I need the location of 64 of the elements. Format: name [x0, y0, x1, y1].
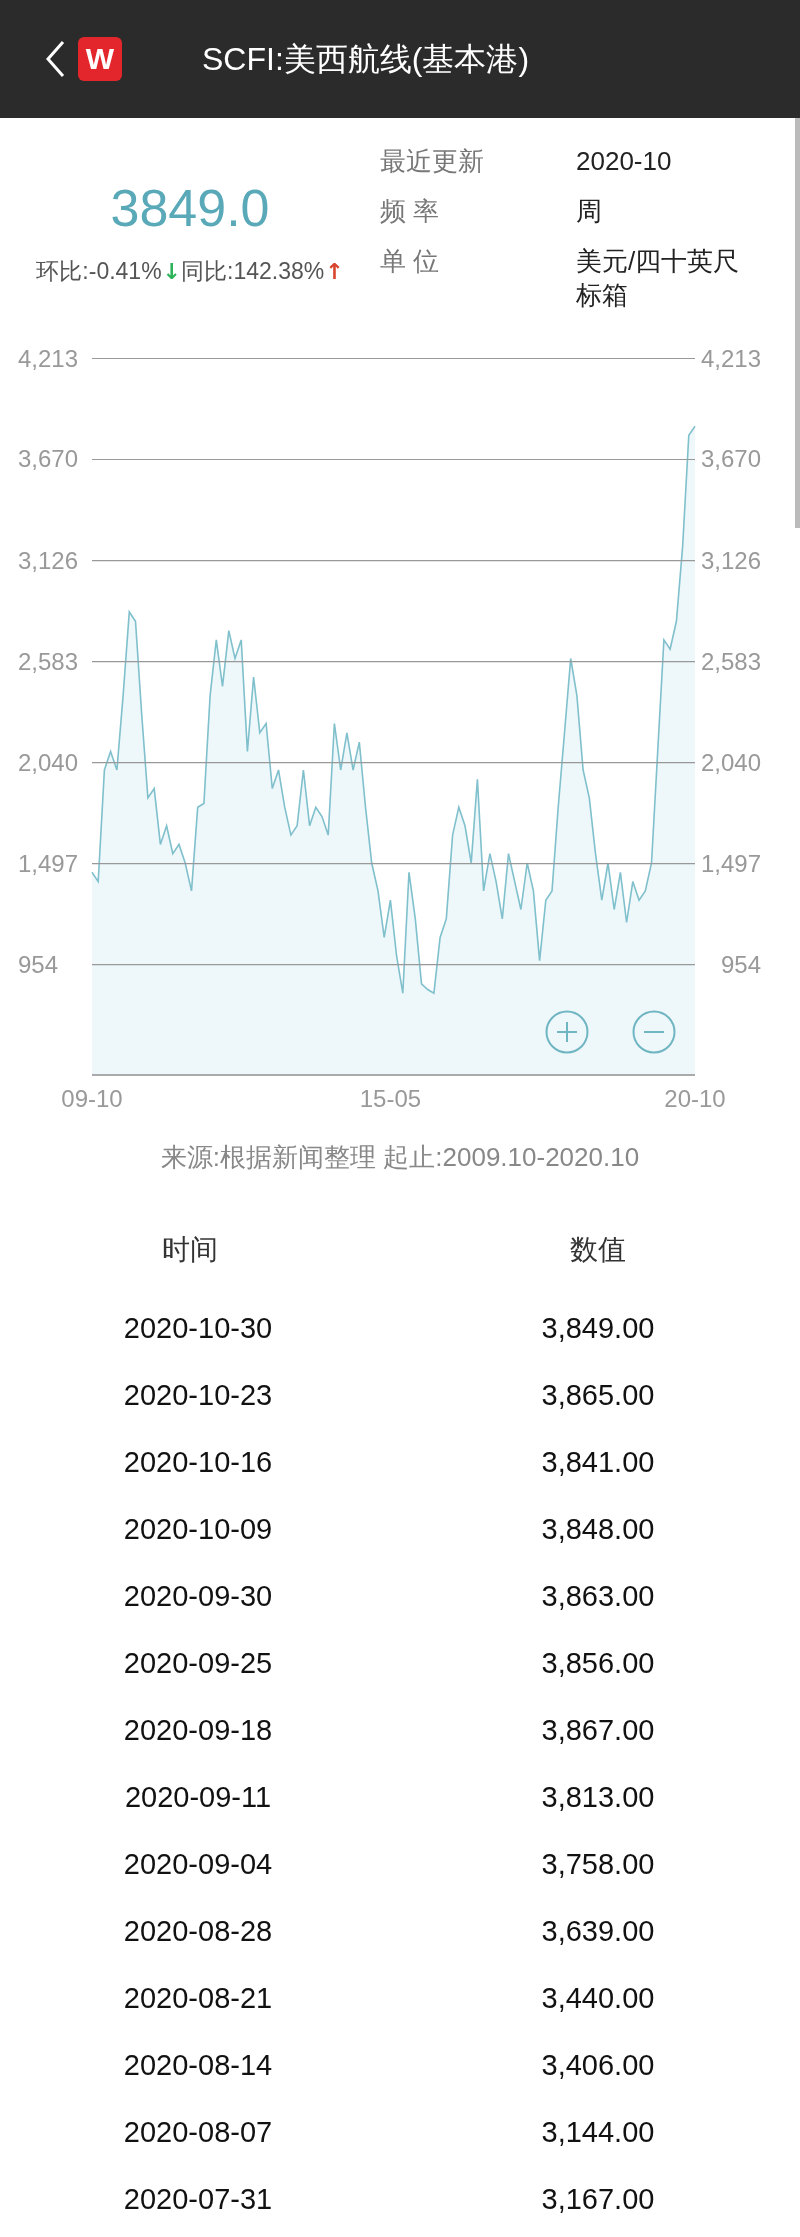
- y-axis-label: 4,213: [700, 344, 761, 372]
- app-logo: W: [78, 37, 122, 81]
- x-axis-label: 15-05: [359, 1085, 422, 1112]
- table-cell-text: 3,440.00: [540, 1980, 656, 2016]
- table-cell-text: 2020-08-28: [122, 1913, 274, 1949]
- info-value: 2020-10: [576, 145, 673, 178]
- table-cell-text: 2020-08-07: [122, 2114, 274, 2150]
- y-axis-label: 954: [18, 950, 59, 978]
- y-axis-label: 2,040: [18, 748, 79, 776]
- y-axis-label: 954: [720, 950, 761, 978]
- table-cell-text: 3,144.00: [540, 2114, 656, 2150]
- change-text: 同比:142.38%: [181, 257, 325, 286]
- info-label: 频 率: [380, 195, 441, 228]
- table-cell-text: 3,865.00: [540, 1377, 656, 1413]
- y-axis-label: 3,670: [700, 445, 761, 473]
- table-cell-text: 3,849.00: [540, 1310, 656, 1346]
- table-cell-text: 2020-10-09: [122, 1511, 274, 1547]
- source-note: 来源:根据新闻整理 起止:2009.10-2020.10: [159, 1141, 641, 1174]
- table-cell-text: 3,848.00: [540, 1511, 656, 1547]
- info-label: 单 位: [380, 245, 441, 278]
- info-value: 美元/四十英尺标箱: [576, 245, 741, 312]
- table-cell-text: 2020-10-30: [122, 1310, 274, 1346]
- y-axis-label: 3,670: [18, 445, 79, 473]
- change-text: 环比:-0.41%: [36, 257, 162, 286]
- table-cell-text: 3,406.00: [540, 2047, 656, 2083]
- x-axis-label: 09-10: [61, 1085, 123, 1112]
- zoom-out-icon[interactable]: [632, 1010, 676, 1054]
- y-axis-label: 3,126: [18, 546, 79, 574]
- info-value: 周: [576, 195, 603, 228]
- zoom-in-icon[interactable]: [545, 1010, 589, 1054]
- table-cell-text: 3,867.00: [540, 1712, 656, 1748]
- table-cell-text: 2020-08-14: [122, 2047, 274, 2083]
- table-cell-text: 2020-10-16: [122, 1444, 274, 1480]
- page-title: SCFI:美西航线(基本港): [202, 40, 530, 79]
- table-cell-text: 2020-07-31: [122, 2181, 274, 2217]
- info-label: 最近更新: [380, 145, 485, 178]
- table-cell-text: 2020-09-25: [122, 1645, 274, 1681]
- table-cell-text: 3,758.00: [540, 1846, 656, 1882]
- y-axis-label: 4,213: [18, 344, 79, 372]
- y-axis-label: 2,583: [700, 647, 761, 675]
- y-axis-label: 3,126: [700, 546, 761, 574]
- table-cell-text: 2020-09-30: [122, 1578, 274, 1614]
- table-cell-text: 2020-09-04: [122, 1846, 274, 1882]
- table-cell-text: 3,639.00: [540, 1913, 656, 1949]
- table-cell-text: 2020-08-21: [122, 1980, 274, 2016]
- y-axis-label: 2,583: [18, 647, 79, 675]
- table-cell-text: 3,863.00: [540, 1578, 656, 1614]
- trend-arrow: ↓: [162, 257, 182, 286]
- column-header: 时间: [161, 1233, 219, 1267]
- x-axis-label: 20-10: [664, 1085, 726, 1112]
- back-icon[interactable]: [44, 39, 66, 79]
- trend-arrow: ↑: [325, 257, 344, 286]
- y-axis-label: 1,497: [700, 849, 761, 877]
- table-cell-text: 2020-09-11: [123, 1779, 273, 1815]
- y-axis-label: 2,040: [700, 748, 761, 776]
- table-cell-text: 3,856.00: [540, 1645, 656, 1681]
- table-cell-text: 3,813.00: [540, 1779, 656, 1815]
- y-axis-label: 1,497: [18, 849, 79, 877]
- table-cell-text: 2020-10-23: [122, 1377, 274, 1413]
- table-cell-text: 3,167.00: [540, 2181, 656, 2217]
- column-header: 数值: [569, 1233, 627, 1267]
- table-cell-text: 2020-09-18: [122, 1712, 274, 1748]
- table-cell-text: 3,841.00: [540, 1444, 656, 1480]
- current-value: 3849.0: [110, 178, 270, 239]
